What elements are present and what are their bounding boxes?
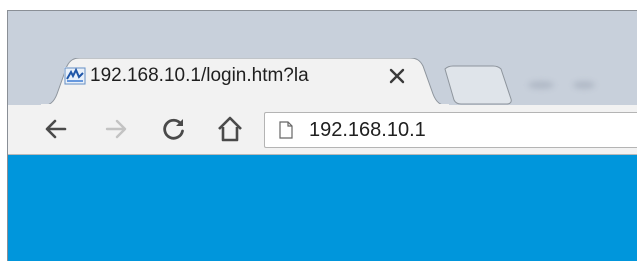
page-icon bbox=[279, 121, 293, 139]
router-favicon-icon bbox=[64, 67, 86, 85]
tab-strip: 192.168.10.1/login.htm?la bbox=[8, 11, 637, 106]
new-tab-button[interactable] bbox=[441, 65, 513, 105]
toolbar: 192.168.10.1 bbox=[8, 105, 637, 155]
page-content bbox=[8, 155, 637, 261]
new-tab-icon bbox=[444, 65, 512, 105]
home-icon[interactable] bbox=[214, 113, 246, 145]
forward-arrow-icon[interactable] bbox=[100, 113, 132, 145]
close-icon[interactable] bbox=[384, 63, 410, 89]
reload-icon[interactable] bbox=[158, 113, 190, 145]
url-text[interactable]: 192.168.10.1 bbox=[309, 116, 426, 144]
address-bar[interactable]: 192.168.10.1 bbox=[264, 112, 637, 148]
back-arrow-icon[interactable] bbox=[40, 113, 72, 145]
tab-active[interactable]: 192.168.10.1/login.htm?la bbox=[40, 58, 450, 106]
browser-window: 192.168.10.1/login.htm?la 192.168.10.1 bbox=[7, 10, 637, 261]
tab-title: 192.168.10.1/login.htm?la bbox=[90, 65, 309, 86]
